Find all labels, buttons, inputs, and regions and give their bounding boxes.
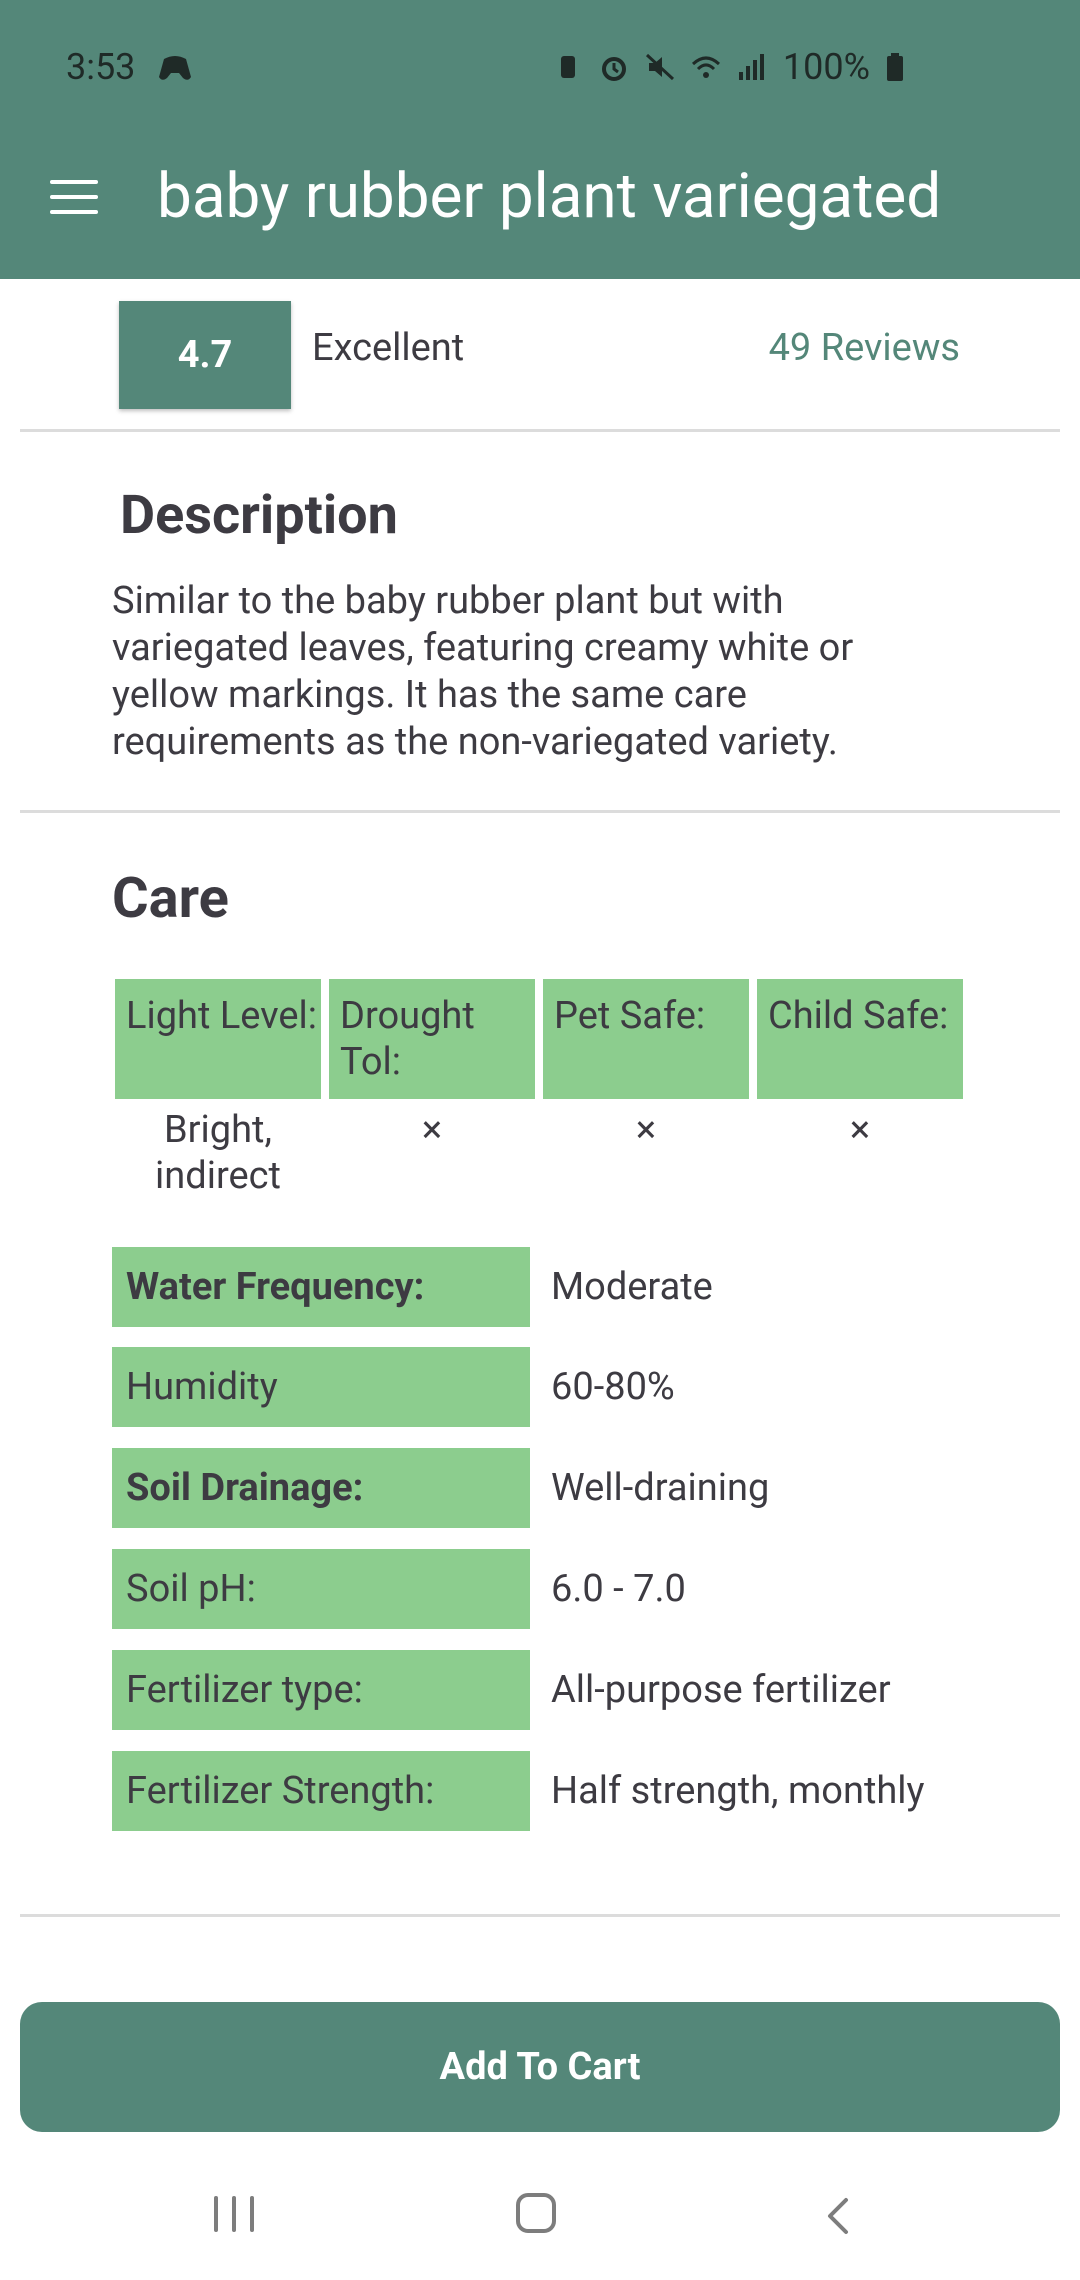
care-key-water: Water Frequency: — [112, 1247, 530, 1327]
divider — [20, 810, 1060, 813]
care-key-fertilizer-strength: Fertilizer Strength: — [112, 1751, 530, 1831]
recent-apps-icon[interactable] — [214, 2196, 256, 2232]
status-bar: 3:53 100% — [0, 0, 1080, 135]
alarm-icon — [560, 56, 575, 78]
game-controller-icon — [159, 56, 191, 80]
care-key-soil-ph: Soil pH: — [112, 1549, 530, 1629]
care-grid-label-drought: Drought Tol: — [329, 979, 535, 1099]
care-key-fertilizer-type: Fertilizer type: — [112, 1650, 530, 1730]
rating-label: Excellent — [312, 326, 465, 370]
battery-icon — [887, 53, 903, 81]
care-key-humidity: Humidity — [112, 1347, 530, 1427]
back-icon[interactable] — [820, 2196, 856, 2236]
care-value-soil-ph: 6.0 - 7.0 — [551, 1567, 686, 1611]
status-time: 3:53 — [66, 46, 136, 88]
care-value-fertilizer-strength: Half strength, monthly — [551, 1769, 925, 1813]
care-key-soil-drainage: Soil Drainage: — [112, 1448, 530, 1528]
care-grid-value-light: Bright, indirect — [155, 1108, 281, 1198]
status-icons: 100% — [553, 46, 904, 88]
add-to-cart-button[interactable]: Add To Cart — [20, 2002, 1060, 2132]
alarm-icon — [601, 57, 626, 81]
care-value-soil-drainage: Well-draining — [551, 1466, 770, 1510]
battery-percent: 100% — [782, 46, 870, 88]
care-value-water: Moderate — [551, 1265, 713, 1309]
divider — [20, 429, 1060, 432]
care-heading: Care — [112, 865, 229, 931]
home-icon[interactable] — [516, 2193, 556, 2233]
care-grid-label-pet: Pet Safe: — [543, 979, 749, 1099]
wifi-icon — [691, 56, 720, 78]
care-grid-value-child: × — [849, 1108, 871, 1152]
care-grid-value-drought: × — [421, 1108, 443, 1152]
care-grid-value-pet: × — [635, 1108, 657, 1152]
reviews-link[interactable]: 49 Reviews — [769, 326, 960, 370]
rating-score: 4.7 — [119, 301, 291, 409]
divider — [20, 1914, 1060, 1917]
description-text: Similar to the baby rubber plant but wit… — [112, 579, 854, 764]
care-value-fertilizer-type: All-purpose fertilizer — [551, 1668, 891, 1712]
menu-icon[interactable] — [50, 180, 100, 214]
page-title: baby rubber plant variegated — [157, 160, 942, 233]
care-grid-label-child: Child Safe: — [757, 979, 963, 1099]
signal-icon — [738, 54, 764, 80]
mute-icon — [645, 53, 674, 81]
care-value-humidity: 60-80% — [551, 1365, 675, 1409]
description-heading: Description — [120, 484, 398, 547]
care-grid-label-light: Light Level: — [115, 979, 321, 1099]
